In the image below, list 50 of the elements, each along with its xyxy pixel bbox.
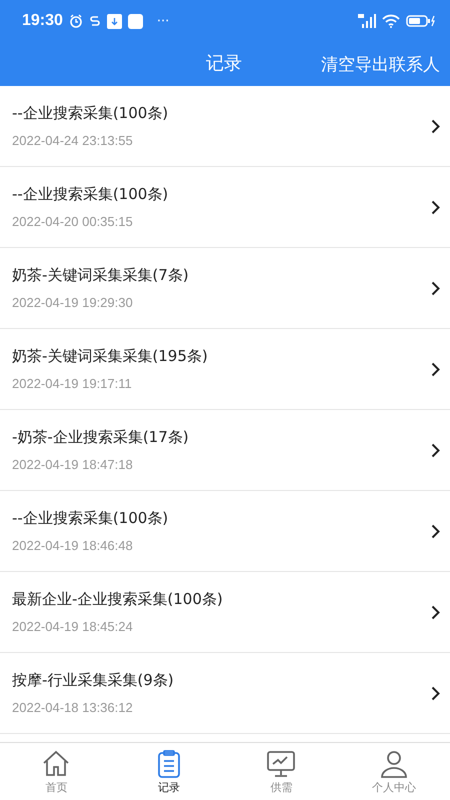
download-icon (106, 14, 122, 28)
record-title: --企业搜索采集(100条) (12, 509, 170, 528)
nav-tab[interactable]: 个人中心 (338, 743, 450, 800)
app-notification-square-icon (128, 14, 143, 28)
record-time: 2022-04-20 00:35:15 (12, 214, 134, 229)
record-time: 2022-04-24 23:13:55 (12, 133, 134, 148)
monitor-chart-icon (266, 748, 296, 778)
nav-tab[interactable]: 记录 (112, 743, 225, 800)
record-row[interactable]: 奶茶-关键词采集采集(195条) 2022-04-19 19:17:11 (0, 329, 450, 410)
record-title: 最新企业-企业搜索采集(100条) (12, 590, 224, 609)
record-title: 奶茶-关键词采集采集(195条) (12, 347, 209, 366)
record-row[interactable]: 按摩-行业采集采集(9条) 2022-04-18 13:36:12 (0, 653, 450, 734)
record-row[interactable]: 奶茶-关键词采集采集(7条) 2022-04-19 19:29:30 (0, 248, 450, 329)
record-row[interactable]: -奶茶-企业搜索采集(17条) 2022-04-19 18:47:18 (0, 410, 450, 491)
record-time: 2022-04-19 19:29:30 (12, 295, 134, 310)
record-time: 2022-04-19 19:17:11 (12, 376, 133, 391)
record-title: --企业搜索采集(100条) (12, 185, 170, 204)
record-time: 2022-04-19 18:45:24 (12, 619, 134, 634)
chevron-right-icon (431, 200, 440, 214)
signal-icon (358, 14, 376, 28)
chevron-right-icon (431, 524, 440, 538)
person-icon (378, 748, 409, 778)
record-title: 奶茶-关键词采集采集(7条) (12, 266, 190, 285)
more-notifications: ··· (156, 14, 170, 28)
record-row[interactable]: --企业搜索采集(100条) 2022-04-24 23:13:55 (0, 86, 450, 167)
chevron-right-icon (431, 118, 440, 134)
record-row[interactable]: --企业搜索采集(100条) 2022-04-19 18:46:48 (0, 491, 450, 572)
page-title: 记录 (206, 52, 242, 75)
nav-tab[interactable]: 供需 (225, 743, 338, 800)
record-time: 2022-04-18 13:36:12 (12, 700, 134, 715)
record-title: 按摩-行业采集采集(9条) (12, 671, 175, 690)
house-icon (41, 748, 72, 778)
nav-tab[interactable]: 首页 (0, 743, 112, 800)
chevron-right-icon (431, 686, 440, 700)
chevron-right-icon (431, 362, 440, 376)
chevron-right-icon (431, 280, 440, 296)
chevron-right-icon (431, 442, 440, 458)
chevron-right-icon (431, 604, 440, 620)
record-title: --企业搜索采集(100条) (12, 104, 170, 123)
battery-icon (406, 14, 436, 28)
alarm-clock-icon (68, 14, 83, 28)
status-time: 19:30 (22, 12, 63, 30)
app-notification-icon (88, 14, 101, 28)
wifi-icon (382, 14, 400, 28)
record-title: -奶茶-企业搜索采集(17条) (12, 428, 190, 447)
record-row[interactable]: --企业搜索采集(100条) 2022-04-20 00:35:15 (0, 167, 450, 248)
record-time: 2022-04-19 18:47:18 (12, 457, 134, 472)
clear-export-button[interactable]: 清空导出联系人 (321, 52, 440, 76)
record-time: 2022-04-19 18:46:48 (12, 538, 134, 553)
record-row[interactable]: 最新企业-企业搜索采集(100条) 2022-04-19 18:45:24 (0, 572, 450, 653)
